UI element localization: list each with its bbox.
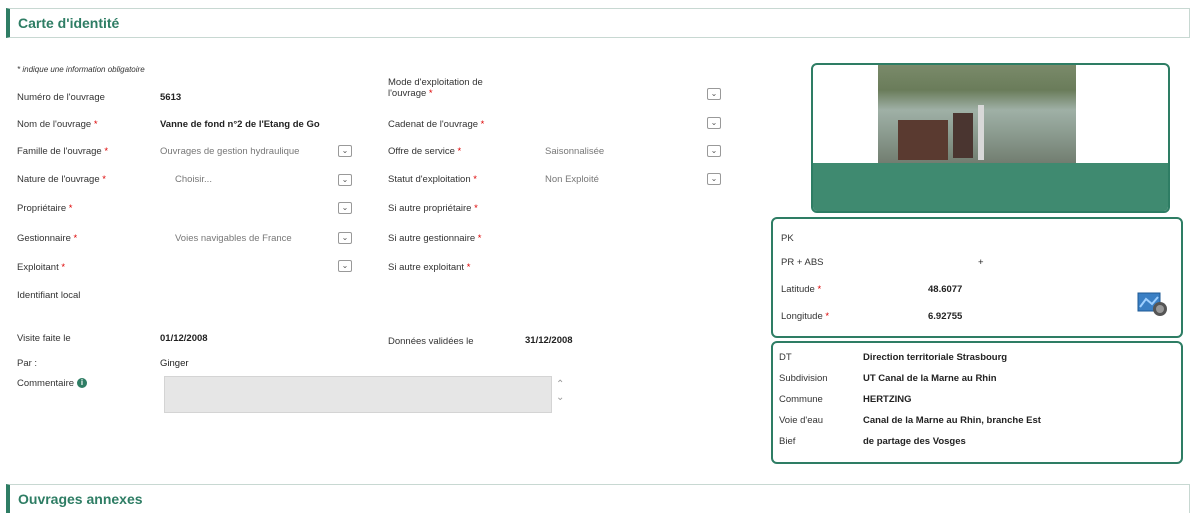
label-commentaire: Commentaire i [17,378,88,389]
value-donnees: 31/12/2008 [525,335,573,346]
label-si-prop: Si autre propriétaire * [388,203,478,214]
label-lon: Longitude * [781,311,830,322]
chevron-down-icon[interactable]: ⌄ [338,260,352,272]
territory-value: Direction territoriale Strasbourg [863,352,1008,363]
chevron-down-icon[interactable]: ⌄ [338,232,352,244]
label-numero: Numéro de l'ouvrage [17,92,105,103]
chevron-down-icon[interactable]: ⌄ [338,174,352,186]
select-nature[interactable]: Choisir... [175,174,212,185]
label-famille: Famille de l'ouvrage * [17,146,109,157]
territory-value: UT Canal de la Marne au Rhin [863,373,997,384]
territory-label: Commune [779,394,823,405]
chevron-down-icon[interactable]: ⌄ [707,145,721,157]
label-nature: Nature de l'ouvrage * [17,174,106,185]
section-title: Carte d'identité [18,15,120,31]
territory-label: DT [779,352,792,363]
territory-value: de partage des Vosges [863,436,966,447]
photo-frame [811,63,1170,213]
label-statut: Statut d'exploitation * [388,174,477,185]
label-proprietaire: Propriétaire * [17,203,73,214]
label-identifiant: Identifiant local [17,290,81,301]
select-gestionnaire[interactable]: Voies navigables de France [175,233,292,244]
map-location-icon[interactable] [1136,289,1170,317]
label-gestionnaire: Gestionnaire * [17,233,78,244]
photo-overlay-band [813,163,1168,211]
structure-photo[interactable] [878,65,1076,165]
label-visite: Visite faite le [17,333,71,344]
chevron-down-icon[interactable]: ⌄ [338,145,352,157]
value-numero: 5613 [160,92,182,103]
location-box: PK PR + ABS + Latitude * 48.6077 Longitu… [771,217,1183,338]
label-pk: PK [781,233,794,244]
territory-label: Bief [779,436,796,447]
section-header-identity: Carte d'identité [6,8,1190,38]
territory-label: Voie d'eau [779,415,824,426]
select-offre[interactable]: Saisonnalisée [545,146,604,157]
required-note: * indique une information obligatoire [17,65,145,74]
chevron-down-icon[interactable]: ⌄ [707,88,721,100]
label-si-gest: Si autre gestionnaire * [388,233,482,244]
territory-value: HERTZING [863,394,912,405]
value-visite: 01/12/2008 [160,333,208,344]
info-icon[interactable]: i [77,378,88,389]
chevron-down-icon[interactable]: ⌄ [707,117,721,129]
section-header-annexes: Ouvrages annexes [6,484,1190,513]
select-famille[interactable]: Ouvrages de gestion hydraulique [160,146,330,157]
label-donnees: Données validées le [388,336,474,347]
value-pr: + [978,257,984,268]
input-nom[interactable]: Vanne de fond n°2 de l'Etang de Go [160,119,350,130]
label-par: Par : [17,358,38,369]
chevron-down-icon[interactable]: ⌄ [338,202,352,214]
label-cadenat: Cadenat de l'ouvrage * [388,119,485,130]
label-pr: PR + ABS [781,257,824,268]
label-exploitant: Exploitant * [17,262,66,273]
chevron-down-icon[interactable]: ⌄ [707,173,721,185]
textarea-scroll-arrows[interactable]: ⌃ ⌄ [556,378,564,404]
territory-value: Canal de la Marne au Rhin, branche Est [863,415,1041,426]
select-statut[interactable]: Non Exploité [545,174,599,185]
label-si-expl: Si autre exploitant * [388,262,471,273]
section-title[interactable]: Ouvrages annexes [18,491,143,507]
value-lon: 6.92755 [928,311,963,322]
value-par: Ginger [160,358,189,369]
label-nom: Nom de l'ouvrage * [17,119,98,130]
label-mode: Mode d'exploitation de l'ouvrage * [388,77,483,99]
comment-textarea[interactable] [164,376,552,413]
label-lat: Latitude * [781,284,822,295]
value-lat: 48.6077 [928,284,963,295]
territory-box: DT Direction territoriale Strasbourg Subdi… [771,341,1183,464]
label-offre: Offre de service * [388,146,462,157]
territory-label: Subdivision [779,373,828,384]
